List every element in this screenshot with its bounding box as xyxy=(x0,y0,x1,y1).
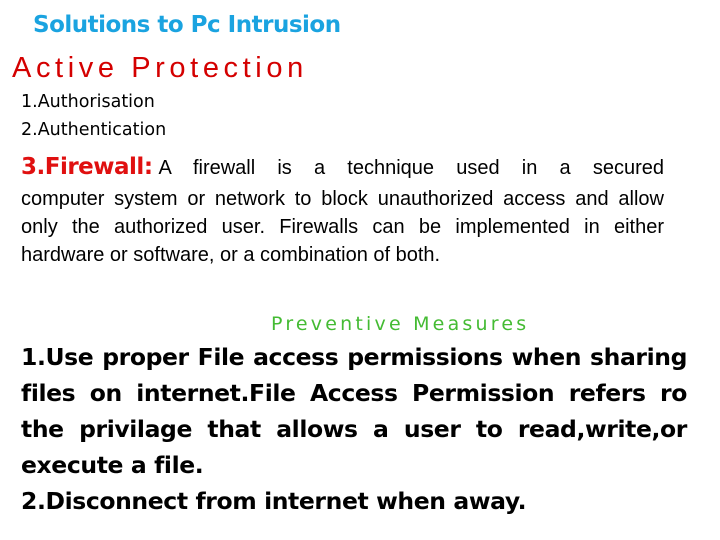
measure-item: 2.Disconnect from internet when away. xyxy=(21,487,527,515)
firewall-paragraph: 3.Firewall: A firewall is a technique use… xyxy=(21,150,664,269)
preventive-measures-list: 1.Use proper File access permissions whe… xyxy=(21,339,687,519)
firewall-first-line: 3.Firewall: A firewall is a technique use… xyxy=(21,150,664,185)
list-item-authentication: 2.Authentication xyxy=(21,120,167,140)
section-heading-preventive-measures: Preventive Measures xyxy=(271,313,530,335)
section-heading-active-protection: Active Protection xyxy=(12,52,308,84)
firewall-label: 3.Firewall: xyxy=(21,154,153,180)
firewall-first-line-text: A firewall is a technique used in a secu… xyxy=(158,157,664,179)
measure-item: 1.Use proper File access permissions whe… xyxy=(21,343,687,479)
slide-title: Solutions to Pc Intrusion xyxy=(33,12,341,38)
list-item-authorisation: 1.Authorisation xyxy=(21,92,155,112)
firewall-description: computer system or network to block unau… xyxy=(21,188,664,266)
